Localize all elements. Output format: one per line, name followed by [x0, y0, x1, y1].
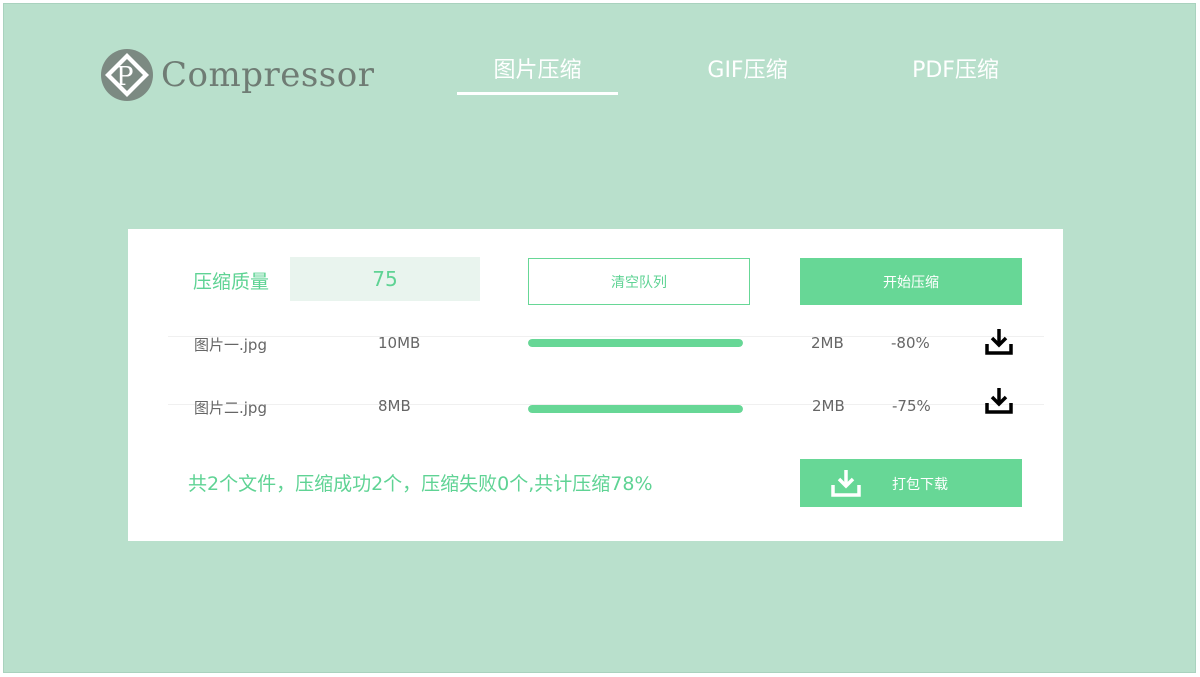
tab-gif-compress[interactable]: GIF压缩: [664, 52, 831, 84]
progress-bar: [528, 405, 743, 413]
compress-panel: 压缩质量 清空队列 开始压缩 图片一.jpg 10MB 2MB -80% 图片二…: [128, 229, 1063, 541]
svg-text:P: P: [116, 62, 134, 92]
clear-queue-button[interactable]: 清空队列: [528, 258, 750, 305]
quality-input[interactable]: [290, 257, 480, 301]
file-compressed-size: 2MB: [812, 397, 845, 415]
progress-fill: [528, 339, 743, 347]
summary-text: 共2个文件，压缩成功2个，压缩失败0个,共计压缩78%: [188, 473, 653, 495]
download-icon: [831, 470, 861, 497]
logo-text: Compressor: [161, 55, 375, 95]
logo-mark-icon: P: [101, 49, 153, 101]
progress-bar: [528, 339, 743, 347]
file-original-size: 10MB: [378, 334, 421, 352]
app-logo[interactable]: P Compressor: [99, 47, 374, 103]
quality-label: 压缩质量: [193, 271, 270, 293]
pack-download-button[interactable]: 打包下载: [800, 459, 1022, 507]
tab-image-compress[interactable]: 图片压缩: [454, 52, 621, 84]
app-frame: P Compressor 图片压缩 GIF压缩 PDF压缩 压缩质量 清空队列 …: [3, 3, 1196, 673]
active-tab-underline: [457, 92, 618, 95]
file-name: 图片二.jpg: [194, 399, 267, 417]
file-ratio: -80%: [891, 334, 930, 352]
progress-fill: [528, 405, 743, 413]
file-ratio: -75%: [892, 397, 931, 415]
file-compressed-size: 2MB: [811, 334, 844, 352]
download-icon[interactable]: [984, 386, 1014, 416]
pack-download-label: 打包下载: [892, 477, 948, 493]
tab-pdf-compress[interactable]: PDF压缩: [872, 52, 1039, 84]
start-compress-button[interactable]: 开始压缩: [800, 258, 1022, 305]
download-icon[interactable]: [984, 327, 1014, 357]
file-original-size: 8MB: [378, 397, 411, 415]
file-name: 图片一.jpg: [194, 336, 267, 354]
